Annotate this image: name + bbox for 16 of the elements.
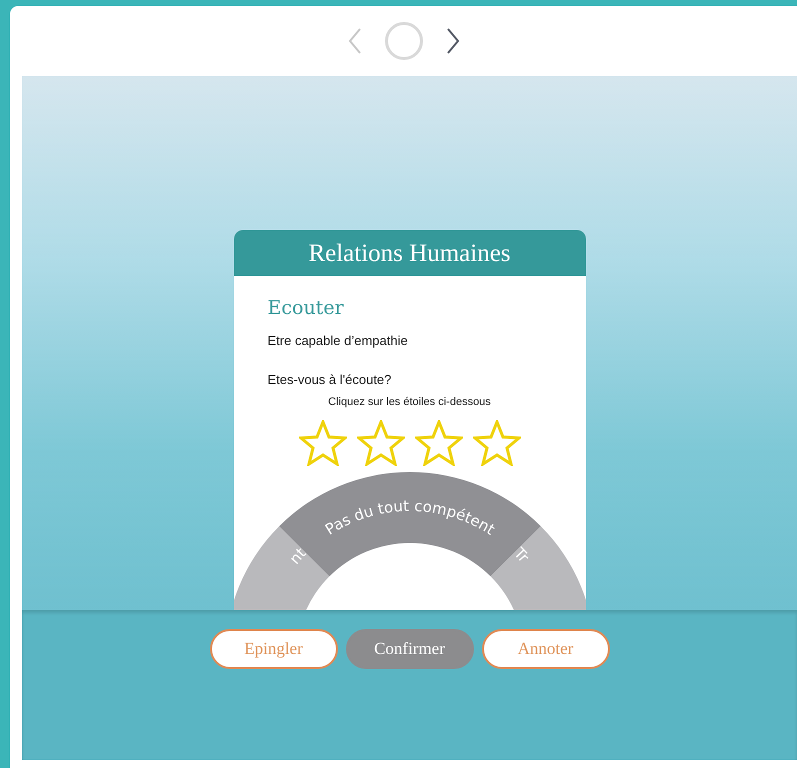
star-icon[interactable] <box>414 420 462 466</box>
description-text: Etre capable d’empathie <box>268 332 409 350</box>
circle-icon[interactable] <box>384 21 424 61</box>
wheel-label: Tr <box>510 544 532 566</box>
star-icon[interactable] <box>472 420 520 466</box>
action-button[interactable]: Annoter <box>482 629 610 669</box>
card-title: Relations Humaines <box>234 230 586 276</box>
wheel-label: nt <box>285 544 310 568</box>
hint-text: Cliquez sur les étoiles ci-dessous <box>327 394 492 410</box>
action-button[interactable]: Epingler <box>210 629 338 669</box>
chevron-right-icon[interactable] <box>446 28 460 54</box>
skill-title: Ecouter <box>268 296 345 321</box>
star-icon[interactable] <box>356 420 404 466</box>
wheel-segment[interactable] <box>278 472 540 576</box>
star-icon[interactable] <box>298 420 346 466</box>
question-text: Etes-vous à l'écoute? <box>268 371 392 389</box>
